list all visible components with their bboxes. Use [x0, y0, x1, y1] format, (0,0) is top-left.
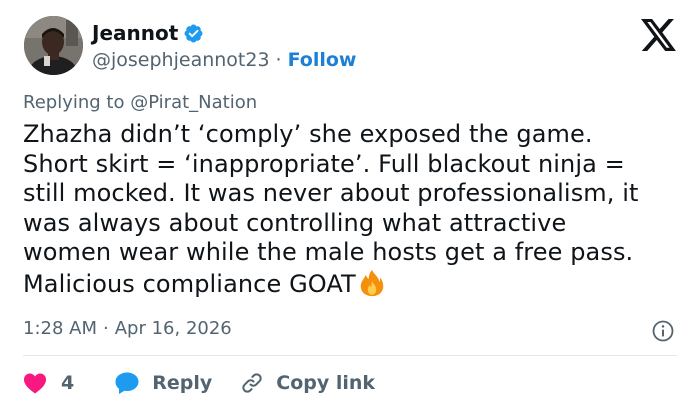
author-handle[interactable]: @josephjeannot23: [92, 49, 270, 71]
avatar[interactable]: [24, 16, 83, 75]
follow-button[interactable]: Follow: [288, 49, 357, 71]
speech-bubble-icon: [115, 372, 139, 394]
info-icon[interactable]: [651, 319, 675, 343]
link-icon: [242, 373, 262, 393]
tweet-line: still mocked. It was never about profess…: [23, 179, 639, 208]
like-button[interactable]: 4: [23, 372, 74, 394]
verified-badge-icon: [184, 24, 203, 42]
tweet-last-line: Malicious compliance GOAT: [23, 268, 683, 300]
tweet-line: Short skirt = ‘inappropriate’. Full blac…: [23, 149, 625, 178]
reply-context: Replying to @Pirat_Nation: [23, 92, 257, 113]
tweet-timestamp[interactable]: 1:28 AM · Apr 16, 2026: [23, 318, 232, 339]
heart-icon: [24, 373, 46, 394]
avatar-photo: [24, 16, 83, 75]
x-logo-icon[interactable]: [641, 19, 676, 51]
reply-context-mention[interactable]: @Pirat_Nation: [130, 92, 257, 113]
fire-emoji-icon: [360, 269, 384, 297]
tweet-line: Zhazha didn’t ‘comply’ she exposed the g…: [23, 120, 593, 148]
copy-link-label: Copy link: [276, 372, 376, 394]
copy-link-button[interactable]: Copy link: [240, 371, 375, 395]
divider: [23, 355, 677, 356]
tweet-line: Malicious compliance GOAT: [23, 269, 356, 298]
tweet-date: Apr 16, 2026: [114, 318, 232, 339]
reply-label: Reply: [152, 372, 213, 394]
reply-context-prefix: Replying to: [23, 92, 125, 113]
reply-button[interactable]: Reply: [114, 371, 212, 395]
like-count: 4: [61, 372, 75, 394]
tweet-time: 1:28 AM: [23, 318, 97, 339]
tweet-line: was always about controlling what attrac…: [23, 208, 567, 237]
tweet-line: women wear while the male hosts get a fr…: [23, 238, 634, 267]
tweet-actions: 4 Reply Copy link: [23, 368, 375, 398]
author-name-row: Jeannot: [92, 20, 204, 46]
author-display-name[interactable]: Jeannot: [92, 21, 178, 45]
handle-separator: ·: [275, 49, 282, 71]
tweet-text: Zhazha didn’t ‘comply’ she exposed the g…: [23, 120, 683, 300]
timestamp-separator: ·: [103, 318, 109, 339]
author-handle-row: @josephjeannot23 · Follow: [92, 48, 357, 72]
